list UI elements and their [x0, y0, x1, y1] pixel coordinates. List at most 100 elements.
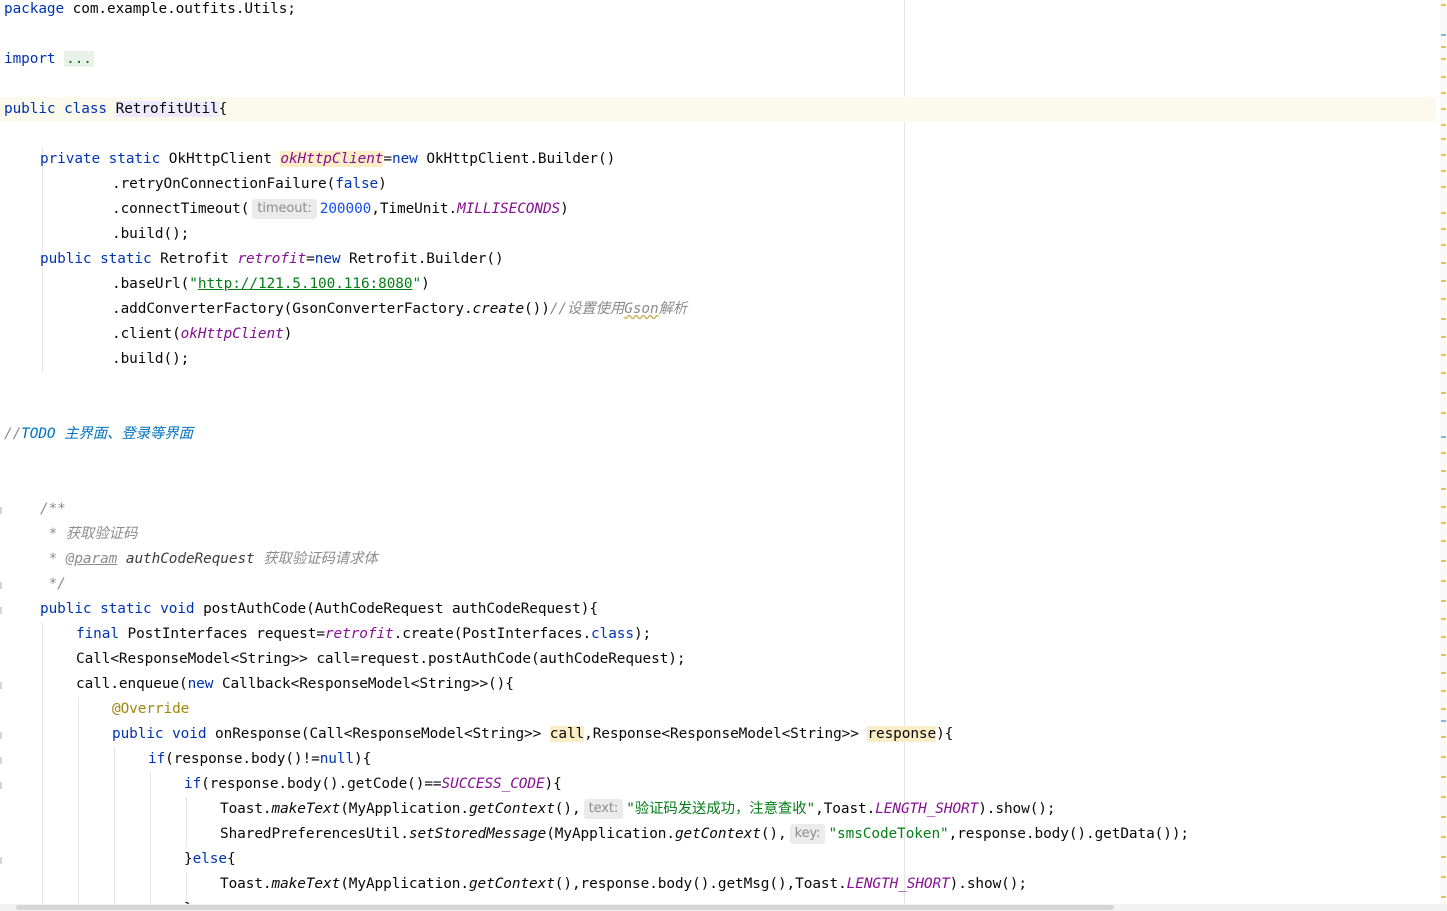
code-text: .retryOnConnectionFailure( [112, 176, 336, 192]
code-line[interactable]: SharedPreferencesUtil.setStoredMessage(M… [0, 822, 1440, 847]
stripe-mark[interactable] [1441, 108, 1446, 110]
code-line[interactable]: .baseUrl("http://121.5.100.116:8080") [0, 272, 1440, 297]
stripe-mark[interactable] [1441, 488, 1446, 490]
code-line[interactable]: * @param authCodeRequest 获取验证码请求体 [0, 547, 1440, 572]
code-line[interactable]: .connectTimeout(timeout: 200000,TimeUnit.… [0, 197, 1440, 222]
stripe-mark[interactable] [1441, 354, 1446, 356]
stripe-mark[interactable] [1441, 876, 1446, 878]
stripe-mark[interactable] [1441, 618, 1446, 620]
url-link[interactable]: http://121.5.100.116:8080 [198, 276, 413, 292]
code-line-current[interactable]: public class RetrofitUtil{ [0, 97, 1436, 122]
stripe-mark[interactable] [1441, 138, 1446, 140]
comment: // [4, 426, 22, 442]
code-line[interactable]: package com.example.outfits.Utils; [0, 0, 1436, 22]
code-line[interactable]: final PostInterfaces request=retrofit.cr… [0, 622, 1440, 647]
stripe-mark[interactable] [1441, 856, 1446, 858]
doc-comment: */ [40, 576, 66, 592]
stripe-mark[interactable] [1441, 228, 1446, 230]
stripe-mark[interactable] [1441, 654, 1446, 656]
stripe-mark[interactable] [1441, 92, 1446, 94]
horizontal-scrollbar[interactable] [0, 904, 1447, 911]
stripe-mark[interactable] [1441, 372, 1446, 374]
stripe-mark[interactable] [1441, 336, 1446, 338]
stripe-mark[interactable] [1441, 186, 1446, 188]
stripe-mark[interactable] [1441, 212, 1446, 214]
code-text: ,Response<ResponseModel<String>> [584, 726, 868, 742]
code-line[interactable]: @Override [0, 697, 1440, 722]
stripe-mark[interactable] [1441, 600, 1446, 602]
code-text: com.example.outfits.Utils; [64, 1, 296, 17]
code-line[interactable]: private static OkHttpClient okHttpClient… [0, 147, 1440, 172]
code-line[interactable]: .retryOnConnectionFailure(false) [0, 172, 1440, 197]
code-line[interactable]: Toast.makeText(MyApplication.getContext(… [0, 797, 1440, 822]
stripe-mark[interactable] [1441, 4, 1446, 6]
stripe-mark[interactable] [1441, 452, 1446, 454]
stripe-mark[interactable] [1441, 690, 1446, 692]
stripe-mark[interactable] [1441, 58, 1446, 60]
code-line[interactable]: * 获取验证码 [0, 522, 1440, 547]
code-text: (MyApplication. [340, 801, 469, 817]
stripe-mark[interactable] [1441, 836, 1446, 838]
stripe-mark[interactable] [1441, 412, 1446, 414]
stripe-mark[interactable] [1441, 756, 1446, 758]
stripe-mark[interactable] [1441, 896, 1446, 898]
code-line[interactable]: /** [0, 497, 1440, 522]
stripe-mark[interactable] [1441, 154, 1446, 156]
stripe-mark[interactable] [1441, 506, 1446, 508]
code-line[interactable]: if(response.body()!=null){ [0, 747, 1440, 772]
stripe-mark[interactable] [1441, 244, 1446, 246]
stripe-mark[interactable] [1441, 392, 1446, 394]
code-line[interactable]: .build(); [0, 222, 1440, 247]
keyword: else [192, 851, 227, 867]
stripe-mark[interactable] [1441, 540, 1446, 542]
doc-param: authCodeRequest [117, 551, 255, 567]
stripe-mark[interactable] [1441, 124, 1446, 126]
code-line[interactable]: call.enqueue(new Callback<ResponseModel<… [0, 672, 1440, 697]
static-method: makeText [271, 801, 341, 817]
stripe-mark[interactable] [1441, 776, 1446, 778]
code-line[interactable]: } [0, 897, 1440, 904]
code-line[interactable]: .build(); [0, 347, 1440, 372]
stripe-mark[interactable] [1441, 672, 1446, 674]
code-line[interactable]: public void onResponse(Call<ResponseMode… [0, 722, 1440, 747]
stripe-mark[interactable] [1441, 522, 1446, 524]
stripe-mark[interactable] [1441, 816, 1446, 818]
code-line[interactable]: Toast.makeText(MyApplication.getContext(… [0, 872, 1440, 897]
stripe-mark[interactable] [1441, 318, 1446, 320]
stripe-mark[interactable] [1441, 170, 1446, 172]
stripe-mark[interactable] [1441, 34, 1446, 36]
unused-param: call [549, 726, 585, 742]
code-line[interactable]: */ [0, 572, 1440, 597]
code-editor[interactable]: package com.example.outfits.Utils; impor… [0, 0, 1440, 904]
stripe-mark[interactable] [1441, 796, 1446, 798]
stripe-mark[interactable] [1441, 708, 1446, 710]
code-line[interactable]: if(response.body().getCode()==SUCCESS_CO… [0, 772, 1440, 797]
keyword: final [76, 626, 119, 642]
code-line[interactable]: .client(okHttpClient) [0, 322, 1440, 347]
code-text: ){ [936, 726, 954, 742]
stripe-mark[interactable] [1441, 46, 1446, 48]
code-line[interactable]: //TODO 主界面、登录等界面 [0, 422, 1436, 447]
stripe-mark[interactable] [1441, 436, 1446, 438]
error-stripe[interactable] [1440, 0, 1447, 911]
stripe-mark[interactable] [1441, 580, 1446, 582]
code-line[interactable]: public static Retrofit retrofit=new Retr… [0, 247, 1440, 272]
stripe-mark[interactable] [1441, 470, 1446, 472]
keyword: if [148, 751, 166, 767]
keyword: public static void [40, 601, 195, 617]
code-line[interactable]: import ... [0, 47, 1436, 72]
scrollbar-thumb[interactable] [16, 905, 1114, 910]
code-line[interactable]: public static void postAuthCode(AuthCode… [0, 597, 1440, 622]
folded-imports[interactable]: ... [64, 51, 94, 67]
stripe-mark[interactable] [1441, 636, 1446, 638]
stripe-mark[interactable] [1441, 298, 1446, 300]
stripe-mark[interactable] [1441, 280, 1446, 282]
stripe-mark[interactable] [1441, 76, 1446, 78]
code-line[interactable]: }else{ [0, 847, 1440, 872]
code-line[interactable]: .addConverterFactory(GsonConverterFactor… [0, 297, 1440, 322]
stripe-mark[interactable] [1441, 560, 1446, 562]
stripe-mark[interactable] [1441, 262, 1446, 264]
code-line[interactable]: Call<ResponseModel<String>> call=request… [0, 647, 1440, 672]
stripe-mark[interactable] [1441, 736, 1446, 738]
stripe-mark[interactable] [1441, 720, 1446, 722]
